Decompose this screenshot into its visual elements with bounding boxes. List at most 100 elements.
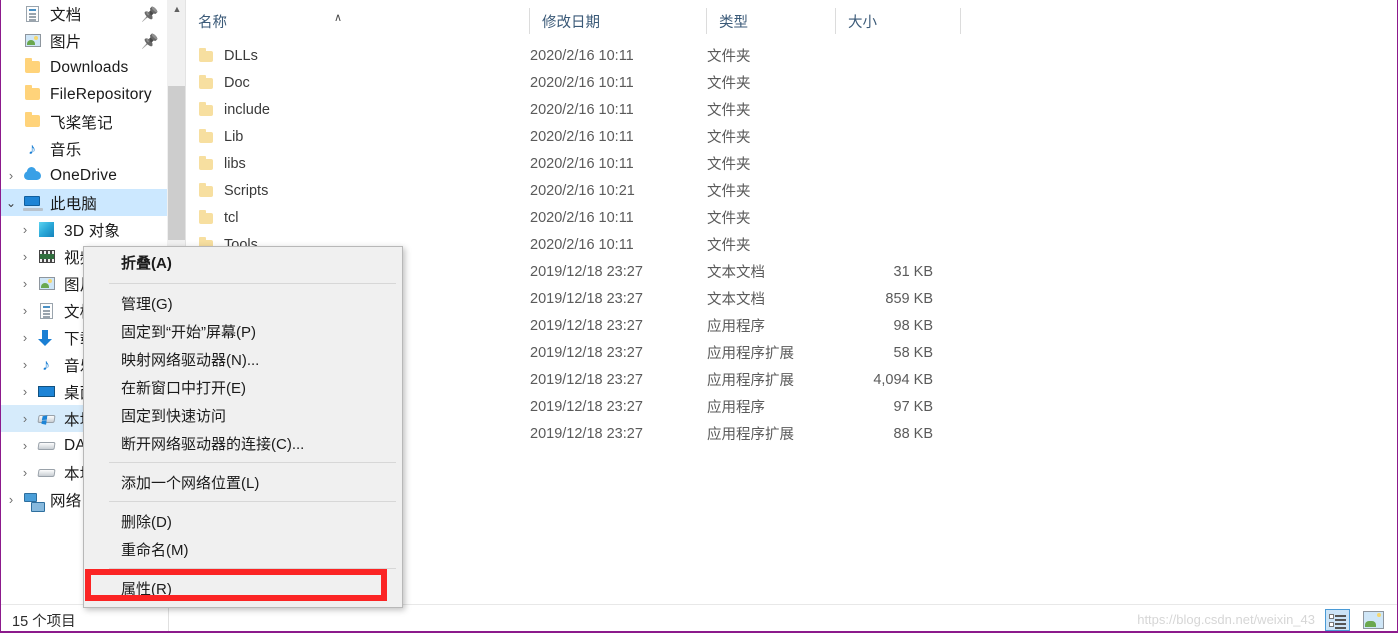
menu-separator bbox=[109, 501, 396, 502]
chevron-right-icon[interactable]: › bbox=[14, 250, 36, 263]
column-header-label: 修改日期 bbox=[542, 14, 600, 31]
chevron-placeholder bbox=[0, 115, 22, 128]
file-name-cell[interactable]: Lib bbox=[198, 128, 243, 145]
ctx-pin-to-start[interactable]: 固定到“开始”屏幕(P) bbox=[84, 317, 402, 345]
scrollbar-thumb[interactable] bbox=[168, 86, 186, 240]
ctx-map-network-drive[interactable]: 映射网络驱动器(N)... bbox=[84, 345, 402, 373]
file-name-cell[interactable]: include bbox=[198, 101, 270, 118]
download-icon bbox=[36, 328, 58, 348]
file-size-cell: 859 KB bbox=[885, 290, 933, 307]
sidebar-item-4[interactable]: 飞桨笔记 bbox=[0, 108, 167, 135]
view-large-icons-button[interactable] bbox=[1361, 609, 1386, 631]
sidebar-item-label: 网络 bbox=[50, 492, 82, 510]
chevron-right-icon[interactable]: › bbox=[14, 358, 36, 371]
column-name[interactable]: 名称 bbox=[186, 0, 530, 42]
file-name-cell[interactable]: libs bbox=[198, 155, 246, 172]
details-icon-line-3 bbox=[1335, 623, 1346, 625]
sidebar-item-5[interactable]: ♪ 音乐 bbox=[0, 135, 167, 162]
file-date-cell: 2020/2/16 10:11 bbox=[530, 236, 634, 253]
table-row[interactable]: Doc 2020/2/16 10:11 文件夹 bbox=[186, 69, 1398, 96]
column-headers[interactable]: 名称 修改日期 类型 大小 bbox=[186, 0, 1398, 42]
table-row[interactable]: tcl 2020/2/16 10:11 文件夹 bbox=[186, 204, 1398, 231]
ctx-disconnect-network-drive[interactable]: 断开网络驱动器的连接(C)... bbox=[84, 429, 402, 457]
network-icon bbox=[22, 490, 45, 512]
chevron-right-icon[interactable]: › bbox=[14, 385, 36, 398]
sidebar-item-8[interactable]: › 3D 对象 bbox=[0, 216, 167, 243]
file-name-cell[interactable]: Scripts bbox=[198, 182, 268, 199]
chevron-placeholder bbox=[0, 142, 22, 155]
ctx-add-network-location[interactable]: 添加一个网络位置(L) bbox=[84, 468, 402, 496]
column-size[interactable]: 大小 bbox=[836, 0, 961, 42]
file-size-cell: 31 KB bbox=[893, 263, 934, 280]
file-size-cell: 88 KB bbox=[893, 425, 934, 442]
ctx-collapse[interactable]: 折叠(A) bbox=[84, 247, 402, 278]
desktop-icon bbox=[36, 382, 58, 402]
file-date-cell: 2019/12/18 23:27 bbox=[530, 344, 643, 361]
chevron-right-icon[interactable]: › bbox=[14, 412, 36, 425]
sidebar-item-label: 文档 bbox=[50, 6, 82, 24]
menu-item-label: 属性(R) bbox=[121, 580, 172, 598]
sidebar-item-7[interactable]: ⌄ 此电脑 bbox=[0, 189, 167, 216]
scroll-up-arrow-icon[interactable]: ▲ bbox=[168, 0, 186, 18]
chevron-right-icon[interactable]: › bbox=[14, 331, 36, 344]
file-type-cell: 应用程序 bbox=[707, 319, 765, 335]
sidebar-item-1[interactable]: 图片 📌 bbox=[0, 27, 167, 54]
file-type-cell: 文件夹 bbox=[707, 211, 751, 227]
sidebar-item-label: 3D 对象 bbox=[64, 222, 121, 240]
3d-objects-icon bbox=[36, 220, 58, 240]
file-type-cell: 文本文档 bbox=[707, 292, 765, 308]
file-date-cell: 2019/12/18 23:27 bbox=[530, 398, 643, 415]
table-row[interactable]: libs 2020/2/16 10:11 文件夹 bbox=[186, 150, 1398, 177]
column-type[interactable]: 类型 bbox=[707, 0, 836, 42]
chevron-right-icon[interactable]: › bbox=[0, 169, 22, 182]
sidebar-item-0[interactable]: 文档 📌 bbox=[0, 0, 167, 27]
view-details-button[interactable] bbox=[1325, 609, 1350, 631]
sidebar-item-2[interactable]: Downloads bbox=[0, 54, 167, 81]
chevron-right-icon[interactable]: › bbox=[14, 466, 36, 479]
table-row[interactable]: include 2020/2/16 10:11 文件夹 bbox=[186, 96, 1398, 123]
cloud-icon bbox=[22, 166, 44, 186]
column-header-label: 大小 bbox=[848, 14, 877, 31]
menu-item-label: 管理(G) bbox=[121, 295, 173, 313]
sidebar-item-label: 此电脑 bbox=[50, 195, 98, 213]
file-name-cell[interactable]: Doc bbox=[198, 74, 250, 91]
pin-icon[interactable]: 📌 bbox=[141, 7, 158, 21]
table-row[interactable]: Lib 2020/2/16 10:11 文件夹 bbox=[186, 123, 1398, 150]
ctx-delete[interactable]: 删除(D) bbox=[84, 507, 402, 535]
ctx-properties[interactable]: 属性(R) bbox=[84, 574, 402, 602]
table-row[interactable]: DLLs 2020/2/16 10:11 文件夹 bbox=[186, 42, 1398, 69]
chevron-right-icon[interactable]: › bbox=[14, 277, 36, 290]
sidebar-item-3[interactable]: FileRepository bbox=[0, 81, 167, 108]
chevron-right-icon[interactable]: › bbox=[14, 304, 36, 317]
context-menu[interactable]: 折叠(A) 管理(G) 固定到“开始”屏幕(P) 映射网络驱动器(N)... 在新窗口中… bbox=[83, 246, 403, 608]
sidebar-item-label: 音乐 bbox=[50, 141, 82, 159]
details-icon-square-1 bbox=[1329, 614, 1334, 619]
sidebar-item-6[interactable]: › OneDrive bbox=[0, 162, 167, 189]
file-size-cell: 97 KB bbox=[893, 398, 934, 415]
large-icons-image-icon bbox=[1363, 611, 1384, 629]
file-type-cell: 文件夹 bbox=[707, 130, 751, 146]
chevron-right-icon[interactable]: › bbox=[0, 493, 22, 506]
ctx-manage[interactable]: 管理(G) bbox=[84, 289, 402, 317]
menu-item-label: 添加一个网络位置(L) bbox=[121, 474, 260, 492]
column-date-modified[interactable]: 修改日期 bbox=[530, 0, 707, 42]
music-icon: ♪ bbox=[28, 140, 36, 158]
column-divider[interactable] bbox=[960, 8, 961, 34]
table-row[interactable]: Scripts 2020/2/16 10:21 文件夹 bbox=[186, 177, 1398, 204]
sidebar-item-label: Downloads bbox=[50, 58, 129, 76]
chevron-right-icon[interactable]: › bbox=[14, 439, 36, 452]
file-type-cell: 应用程序扩展 bbox=[707, 427, 794, 443]
file-date-cell: 2019/12/18 23:27 bbox=[530, 317, 643, 334]
ctx-rename[interactable]: 重命名(M) bbox=[84, 535, 402, 563]
file-name-cell[interactable]: DLLs bbox=[198, 47, 258, 64]
ctx-pin-to-quick-access[interactable]: 固定到快速访问 bbox=[84, 401, 402, 429]
ctx-open-new-window[interactable]: 在新窗口中打开(E) bbox=[84, 373, 402, 401]
file-date-cell: 2020/2/16 10:11 bbox=[530, 47, 634, 64]
menu-item-label: 删除(D) bbox=[121, 513, 172, 531]
pin-icon[interactable]: 📌 bbox=[141, 34, 158, 48]
file-date-cell: 2019/12/18 23:27 bbox=[530, 290, 643, 307]
explorer-window: 文档 📌 图片 📌 Downloads FileRepository 飞桨笔记 ♪ 音… bbox=[0, 0, 1398, 633]
chevron-down-icon[interactable]: ⌄ bbox=[0, 197, 22, 209]
file-name-cell[interactable]: tcl bbox=[198, 209, 239, 226]
chevron-right-icon[interactable]: › bbox=[14, 223, 36, 236]
